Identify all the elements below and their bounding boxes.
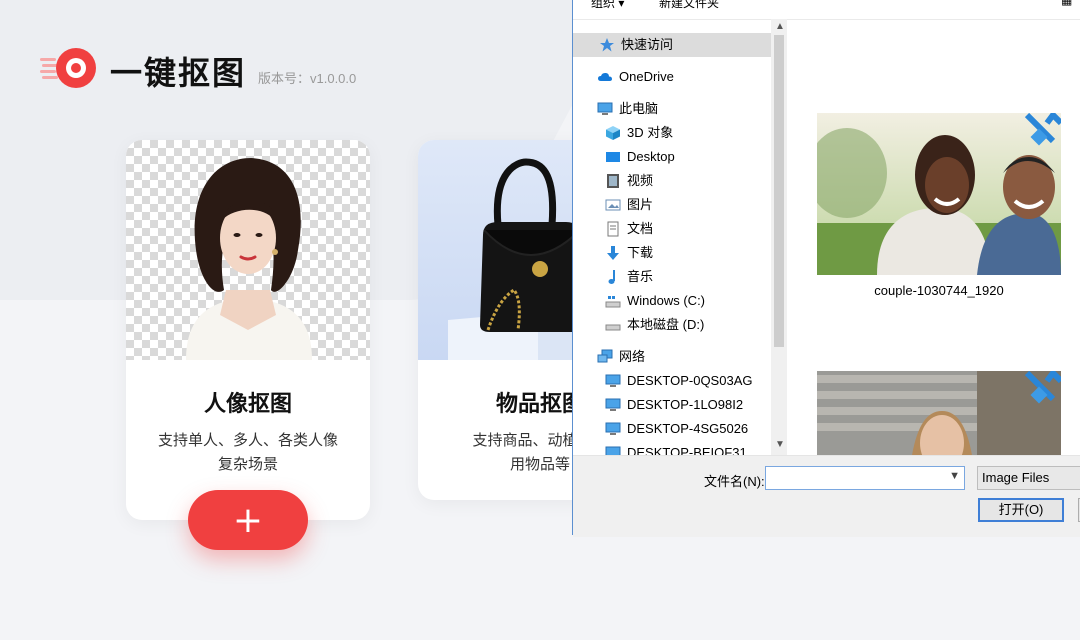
nav-item-label: DESKTOP-0QS03AG [627,373,753,388]
nav-item-label: 音乐 [627,269,654,284]
card-description: 支持单人、多人、各类人像 复杂场景 [126,428,370,476]
file-list[interactable]: couple-1030744_1920 [787,19,1080,455]
chevron-down-icon[interactable]: ▼ [949,470,960,482]
nav-item-network[interactable]: 网络 [597,345,645,369]
desktop-icon [606,152,620,162]
nav-item-label: DESKTOP-4SG5026 [627,421,749,436]
file-name[interactable]: couple-1030744_1920 [817,283,1061,298]
drive-icon [605,296,621,308]
disk-icon [605,324,621,331]
nav-item-label: Desktop [627,149,675,164]
portrait-cutout-card[interactable]: 人像抠图 支持单人、多人、各类人像 复杂场景 [126,140,370,520]
filename-label: 文件名(N): [704,474,765,489]
card-desc-line: 支持单人、多人、各类人像 [157,431,338,449]
monitor-icon [605,398,621,411]
add-image-button[interactable]: + [188,490,308,550]
nav-item-computer[interactable]: DESKTOP-0QS03AG [605,369,752,393]
view-options-icon[interactable]: ▦ [1061,0,1072,7]
cube-icon [606,126,620,140]
nav-item-desktop[interactable]: Desktop [605,145,675,169]
organize-button[interactable]: 组织 ▾ [591,0,624,11]
monitor-icon [605,374,621,387]
file-open-dialog: 组织 ▾ 新建文件夹 ▦ 快速访问 OneDrive 此电脑 3D 对象 Des… [572,0,1080,537]
nav-item-videos[interactable]: 视频 [605,169,653,193]
nav-item-label: DESKTOP-1LO98I2 [627,397,744,412]
nav-scrollbar[interactable]: ▲ ▼ [771,19,787,455]
nav-item-downloads[interactable]: 下载 [605,241,653,265]
music-icon [608,270,615,284]
nav-item-label: OneDrive [619,69,674,84]
nav-item-computer[interactable]: DESKTOP-4SG5026 [605,417,748,441]
nav-item-label: 图片 [627,197,654,212]
star-icon [600,38,614,52]
dialog-toolbar: 组织 ▾ 新建文件夹 ▦ [573,0,1080,20]
nav-item-label: 下载 [627,245,654,260]
nav-item-this-pc[interactable]: 此电脑 [597,97,658,121]
nav-item-label: 快速访问 [621,37,674,52]
download-icon [607,246,619,260]
file-thumbnail[interactable] [817,371,1061,455]
nav-item-drive-d[interactable]: 本地磁盘 (D:) [605,313,704,337]
open-button[interactable]: 打开(O) [978,498,1064,522]
nav-item-pictures[interactable]: 图片 [605,193,653,217]
portrait-sample-image [126,140,370,360]
app-logo-icon [40,48,96,88]
card-desc-line: 复杂场景 [217,455,278,473]
nav-item-label: 文档 [627,221,654,236]
nav-item-music[interactable]: 音乐 [605,265,653,289]
video-icon [607,174,619,188]
scrollbar-thumb[interactable] [774,35,784,347]
nav-item-documents[interactable]: 文档 [605,217,653,241]
file-type-select[interactable]: Image Files [977,466,1080,490]
file-thumbnail[interactable] [817,113,1061,275]
monitor-icon [605,422,621,435]
network-icon [597,349,613,363]
picture-icon [605,199,621,211]
app-title: 一键抠图 [110,54,247,92]
nav-item-label: Windows (C:) [627,293,706,308]
dialog-footer: 文件名(N): ▼ Image Files 打开(O) [573,455,1080,537]
filename-input[interactable]: ▼ [765,466,965,490]
monitor-icon [605,446,621,455]
scroll-down-icon[interactable]: ▼ [775,439,785,450]
nav-item-3d-objects[interactable]: 3D 对象 [605,121,673,145]
nav-item-drive-c[interactable]: Windows (C:) [605,289,705,313]
nav-item-label: 此电脑 [619,101,659,116]
nav-item-label: DESKTOP-BEIOF31 [627,445,747,455]
document-icon [607,221,619,237]
nav-item-quick-access[interactable]: 快速访问 [573,33,771,57]
navigation-pane[interactable]: 快速访问 OneDrive 此电脑 3D 对象 Desktop 视频 图片 文档… [573,19,771,455]
nav-item-computer[interactable]: DESKTOP-BEIOF31 [605,441,747,455]
nav-item-label: 本地磁盘 (D:) [627,317,705,332]
nav-item-label: 网络 [619,349,646,364]
computer-icon [597,102,613,115]
nav-item-label: 视频 [627,173,654,188]
nav-item-label: 3D 对象 [627,125,674,140]
card-title: 人像抠图 [203,392,292,417]
nav-item-onedrive[interactable]: OneDrive [597,65,674,89]
scroll-up-icon[interactable]: ▲ [775,21,785,32]
nav-item-computer[interactable]: DESKTOP-1LO98I2 [605,393,743,417]
cloud-icon [598,72,612,81]
version-label: 版本号：v1.0.0.0 [258,71,357,86]
new-folder-button[interactable]: 新建文件夹 [659,0,719,11]
